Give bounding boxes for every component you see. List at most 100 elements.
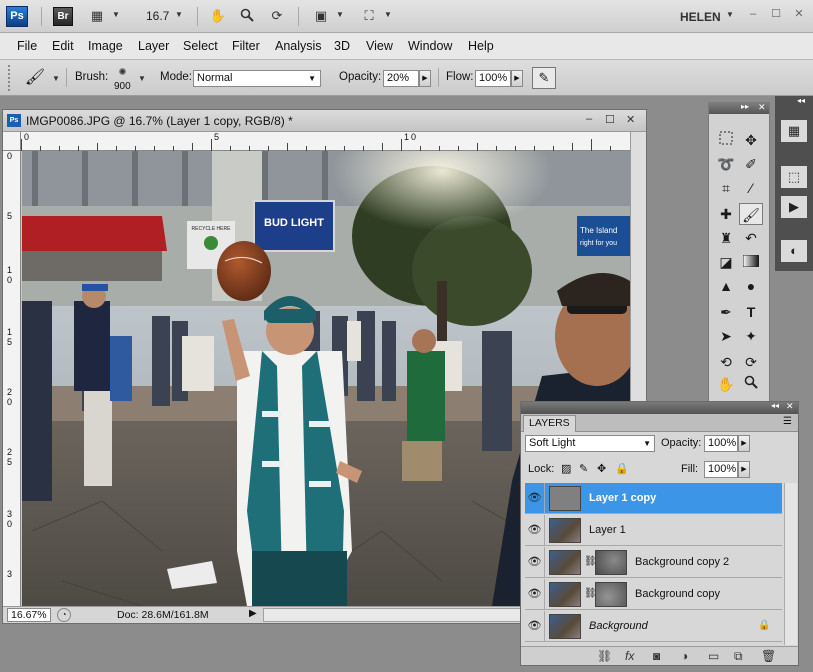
maximize-icon[interactable]: ☐ — [769, 7, 783, 21]
flow-field[interactable]: 100% — [475, 70, 511, 87]
link-layers-icon[interactable]: ⛓ — [597, 649, 612, 663]
healing-brush-tool-icon[interactable]: ✚ — [714, 203, 738, 225]
visibility-eye-icon[interactable]: 👁 — [525, 547, 545, 578]
adjustment-layer-icon[interactable]: ◑ — [681, 649, 688, 663]
crop-tool-icon[interactable]: ⌗ — [714, 177, 738, 199]
new-layer-icon[interactable]: ⧉ — [734, 649, 743, 664]
opacity-slider-button[interactable]: ▶ — [738, 435, 750, 452]
menu-view[interactable]: View — [366, 39, 393, 53]
chevron-down-icon[interactable]: ▼ — [726, 10, 734, 19]
maximize-icon[interactable]: ☐ — [605, 113, 615, 126]
layer-style-icon[interactable]: fx — [625, 649, 634, 663]
chevron-down-icon[interactable]: ▼ — [175, 10, 183, 19]
close-icon[interactable]: ✕ — [786, 401, 794, 412]
zoom-level[interactable]: 16.7 — [146, 9, 169, 23]
new-group-icon[interactable]: ▭ — [708, 649, 719, 663]
gradient-tool-icon[interactable] — [739, 251, 763, 273]
layers-scrollbar[interactable] — [784, 483, 797, 645]
move-tool-icon[interactable]: ✥ — [739, 129, 763, 151]
zoom-tool-icon[interactable] — [739, 373, 763, 395]
opacity-slider-button[interactable]: ▶ — [419, 70, 431, 87]
brush-preview-icon[interactable] — [119, 68, 126, 75]
menu-analysis[interactable]: Analysis — [275, 39, 322, 53]
3d-orbit-tool-icon[interactable]: ⟳ — [739, 351, 763, 373]
marquee-tool-icon[interactable] — [714, 129, 738, 151]
collapse-icon[interactable]: ◂◂ — [771, 401, 779, 410]
document-title-bar[interactable]: Ps IMGP0086.JPG @ 16.7% (Layer 1 copy, R… — [3, 110, 646, 132]
layers-panel-header[interactable]: ◂◂ ✕ — [521, 401, 798, 414]
close-icon[interactable]: ✕ — [792, 7, 806, 21]
vertical-ruler[interactable]: 0 5 1 0 1 5 2 0 2 5 3 0 3 — [3, 151, 21, 606]
eraser-tool-icon[interactable]: ◪ — [714, 251, 738, 273]
blur-tool-icon[interactable]: ▲ — [714, 275, 738, 297]
rotate-view-icon[interactable]: ⟳ — [268, 8, 286, 24]
visibility-eye-icon[interactable]: 👁 — [525, 579, 545, 610]
brush-tool-icon[interactable]: 🖌 — [22, 66, 48, 90]
transform-panel-icon[interactable]: ⬚ — [781, 166, 807, 188]
bridge-button[interactable]: Br — [53, 7, 73, 26]
menu-3d[interactable]: 3D — [334, 39, 350, 53]
ruler-corner[interactable] — [3, 132, 21, 151]
zoom-menu-icon[interactable]: ◔ — [57, 608, 71, 622]
menu-filter[interactable]: Filter — [232, 39, 260, 53]
layer-mask-thumbnail[interactable] — [595, 582, 627, 607]
panel-menu-icon[interactable]: ☰ — [783, 416, 792, 427]
navigator-panel-icon[interactable]: ▦ — [781, 120, 807, 142]
horizontal-ruler[interactable]: 0 5 1 0 — [21, 132, 630, 151]
chevron-down-icon[interactable]: ▼ — [112, 10, 120, 19]
path-selection-tool-icon[interactable]: ➤ — [714, 325, 738, 347]
screen-mode-icon[interactable]: ⛶ — [360, 8, 378, 24]
hand-tool-icon[interactable]: ✋ — [209, 8, 227, 24]
visibility-eye-icon[interactable]: 👁 — [525, 483, 545, 514]
clone-stamp-tool-icon[interactable]: ♜ — [714, 227, 738, 249]
layer-row[interactable]: 👁 ⛓ Background copy 2 — [525, 547, 782, 578]
blend-mode-select[interactable]: Soft Light ▼ — [525, 435, 655, 452]
delete-layer-icon[interactable]: 🗑 — [761, 649, 776, 663]
tools-panel-header[interactable]: ▸▸ ✕ — [709, 102, 769, 114]
hand-tool-icon[interactable]: ✋ — [714, 373, 738, 395]
minimize-icon[interactable]: – — [746, 7, 760, 21]
menu-help[interactable]: Help — [468, 39, 494, 53]
menu-window[interactable]: Window — [408, 39, 452, 53]
lock-position-icon[interactable]: ✥ — [597, 462, 606, 475]
quick-selection-tool-icon[interactable]: ✐ — [739, 153, 763, 175]
mode-select[interactable]: Normal ▼ — [193, 70, 321, 87]
brush-tool-icon[interactable]: 🖌 — [739, 203, 763, 225]
status-menu-arrow[interactable]: ▶ — [249, 608, 257, 619]
photoshop-logo[interactable]: Ps — [6, 6, 28, 27]
zoom-tool-icon[interactable] — [238, 8, 256, 24]
dodge-tool-icon[interactable]: ● — [739, 275, 763, 297]
visibility-eye-icon[interactable]: 👁 — [525, 611, 545, 642]
chevron-down-icon[interactable]: ▼ — [384, 10, 392, 19]
history-brush-tool-icon[interactable]: ↶ — [739, 227, 763, 249]
menu-edit[interactable]: Edit — [52, 39, 74, 53]
drag-handle[interactable] — [8, 65, 12, 91]
3d-rotate-tool-icon[interactable]: ⟲ — [714, 351, 738, 373]
layer-mask-thumbnail[interactable] — [595, 550, 627, 575]
arrange-documents-icon[interactable]: ▣ — [312, 8, 330, 24]
actions-panel-icon[interactable]: ▶ — [781, 196, 807, 218]
user-account[interactable]: HELEN — [680, 10, 721, 24]
layer-row[interactable]: 👁 Background 🔒 — [525, 611, 782, 642]
lasso-tool-icon[interactable]: ➰ — [714, 153, 738, 175]
layer-row[interactable]: 👁 Layer 1 copy — [525, 483, 782, 514]
airbrush-icon[interactable]: ✎ — [532, 67, 556, 89]
eyedropper-tool-icon[interactable]: ⁄ — [739, 177, 763, 199]
minimize-icon[interactable]: – — [586, 113, 592, 125]
chevron-down-icon[interactable]: ▼ — [52, 74, 60, 83]
close-icon[interactable]: ✕ — [758, 102, 766, 113]
expand-icon[interactable]: ◂◂ — [797, 96, 805, 105]
flow-slider-button[interactable]: ▶ — [511, 70, 523, 87]
pen-tool-icon[interactable]: ✒ — [714, 301, 738, 323]
layer-row[interactable]: 👁 Layer 1 — [525, 515, 782, 546]
adjustments-panel-icon[interactable]: ◐ — [781, 240, 807, 262]
lock-all-icon[interactable]: 🔒 — [615, 462, 629, 475]
menu-image[interactable]: Image — [88, 39, 123, 53]
zoom-field[interactable]: 16.67% — [7, 608, 51, 622]
opacity-field[interactable]: 20% — [383, 70, 419, 87]
shape-tool-icon[interactable]: ✦ — [739, 325, 763, 347]
layer-row[interactable]: 👁 ⛓ Background copy — [525, 579, 782, 610]
type-tool-icon[interactable]: T — [739, 301, 763, 323]
add-mask-icon[interactable]: ◙ — [653, 649, 660, 663]
fill-slider-button[interactable]: ▶ — [738, 461, 750, 478]
